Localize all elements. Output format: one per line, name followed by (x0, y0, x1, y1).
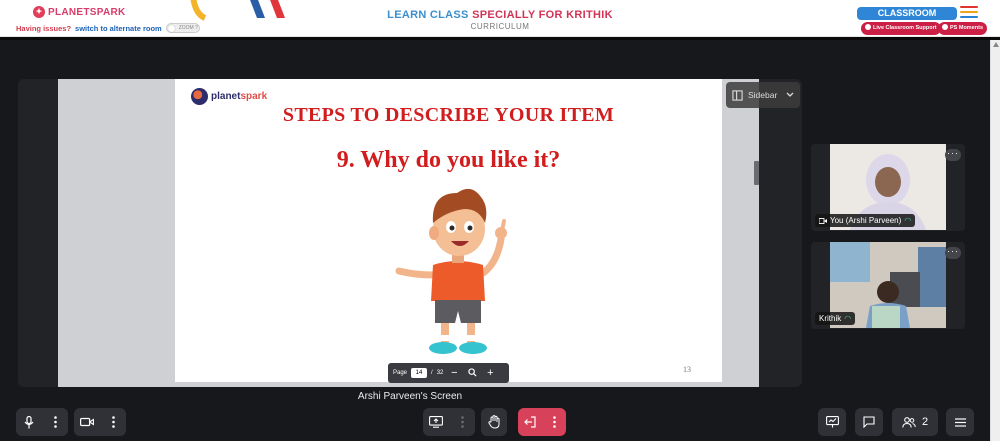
presentation-slide: planetspark STEPS TO DESCRIBE YOUR ITEM … (175, 79, 722, 382)
page-scrollbar[interactable] (990, 40, 1000, 441)
exit-icon (524, 416, 536, 428)
more-vertical-icon (552, 416, 556, 428)
microphone-control (16, 408, 68, 436)
hand-icon (487, 415, 499, 429)
camera-options-button[interactable] (100, 408, 126, 436)
share-scrollbar-thumb[interactable] (754, 161, 759, 185)
raise-hand-button[interactable] (481, 408, 507, 436)
page-separator: / (431, 370, 433, 376)
screen-share-icon (429, 416, 443, 428)
page-total: 32 (436, 370, 444, 376)
hamburger-menu-icon[interactable] (960, 6, 978, 18)
video-camera-icon (80, 417, 94, 427)
connection-quality-icon: ◠ (904, 216, 912, 225)
screen-share-frame: planetspark STEPS TO DESCRIBE YOUR ITEM … (58, 79, 759, 387)
slide-logo-text: planetspark (211, 91, 267, 102)
page-number-input[interactable]: 14 (411, 368, 428, 378)
page-title-part2: SPECIALLY FOR KRITHIK (472, 9, 613, 21)
participant-name-tag: You (Arshi Parveen) ◠ (815, 214, 916, 227)
share-caption: Arshi Parveen's Screen (357, 391, 463, 402)
live-support-label: Live Classroom Support (873, 25, 937, 31)
chat-button[interactable] (855, 408, 883, 436)
ps-moments-label: PS Moments (950, 25, 984, 31)
moments-icon (942, 24, 948, 31)
microphone-button[interactable] (16, 408, 42, 436)
chevron-down-icon (786, 90, 794, 100)
share-screen-button[interactable] (423, 408, 449, 436)
participant-count: 2 (921, 416, 929, 428)
ps-moments-button[interactable]: PS Moments (938, 22, 988, 35)
more-vertical-icon (460, 416, 464, 428)
leave-options-button[interactable] (542, 408, 566, 436)
participant-options-button[interactable]: ··· (945, 149, 961, 161)
top-bar: ✦ PLANETSPARK Having issues? switch to a… (0, 0, 1000, 37)
participant-options-button[interactable]: ··· (945, 247, 961, 259)
planet-logo-icon (191, 88, 208, 105)
whiteboard-icon (825, 416, 839, 428)
more-vertical-icon (53, 416, 57, 428)
camera-button[interactable] (74, 408, 100, 436)
participants-button[interactable]: 2 (892, 408, 938, 436)
cartoon-boy-illustration (395, 188, 507, 354)
live-support-button[interactable]: Live Classroom Support (861, 22, 941, 35)
screen-share-area: planetspark STEPS TO DESCRIBE YOUR ITEM … (18, 79, 802, 387)
sidebar-toggle-button[interactable]: Sidebar (726, 82, 800, 108)
chat-icon (863, 416, 875, 428)
slide-logo: planetspark (191, 88, 267, 105)
slide-number: 13 (683, 365, 691, 374)
more-menu-button[interactable] (946, 408, 974, 436)
zoom-in-button[interactable]: + (483, 368, 497, 379)
page-label: Page (393, 370, 408, 376)
share-screen-control (423, 408, 475, 436)
leave-control (518, 408, 566, 436)
support-icon (865, 24, 871, 31)
participant-tile-krithik[interactable]: ··· Krithik ◠ (811, 242, 965, 329)
participant-name-tag: Krithik ◠ (815, 312, 856, 325)
sidebar-label: Sidebar (748, 90, 778, 100)
page-navigator: Page 14 / 32 − + (388, 363, 509, 383)
more-vertical-icon (111, 416, 115, 428)
page-title-part1: LEARN CLASS (387, 9, 473, 21)
microphone-icon (24, 415, 34, 428)
connection-quality-icon: ◠ (844, 314, 852, 323)
curriculum-link[interactable]: CURRICULUM (0, 22, 1000, 31)
slide-logo-text-a: planet (211, 91, 241, 102)
microphone-options-button[interactable] (42, 408, 68, 436)
camera-control (74, 408, 126, 436)
people-icon (902, 416, 916, 428)
participant-name: Krithik (819, 314, 842, 323)
sidebar-icon (732, 89, 743, 101)
share-options-button[interactable] (449, 408, 475, 436)
video-camera-icon (819, 217, 827, 224)
whiteboard-button[interactable] (818, 408, 846, 436)
slide-logo-text-b: spark (240, 91, 268, 102)
slide-question: 9. Why do you like it? (336, 147, 561, 173)
page-title: LEARN CLASS SPECIALLY FOR KRITHIK (0, 9, 1000, 21)
zoom-search-icon[interactable] (465, 367, 479, 379)
participant-tile-you[interactable]: ··· You (Arshi Parveen) ◠ (811, 144, 965, 231)
slide-title: STEPS TO DESCRIBE YOUR ITEM (282, 104, 615, 126)
zoom-out-button[interactable]: − (447, 368, 461, 379)
menu-icon (954, 417, 966, 427)
classroom-button[interactable]: CLASSROOM (857, 7, 957, 20)
leave-button[interactable] (518, 408, 542, 436)
participant-name: You (Arshi Parveen) (830, 216, 902, 225)
